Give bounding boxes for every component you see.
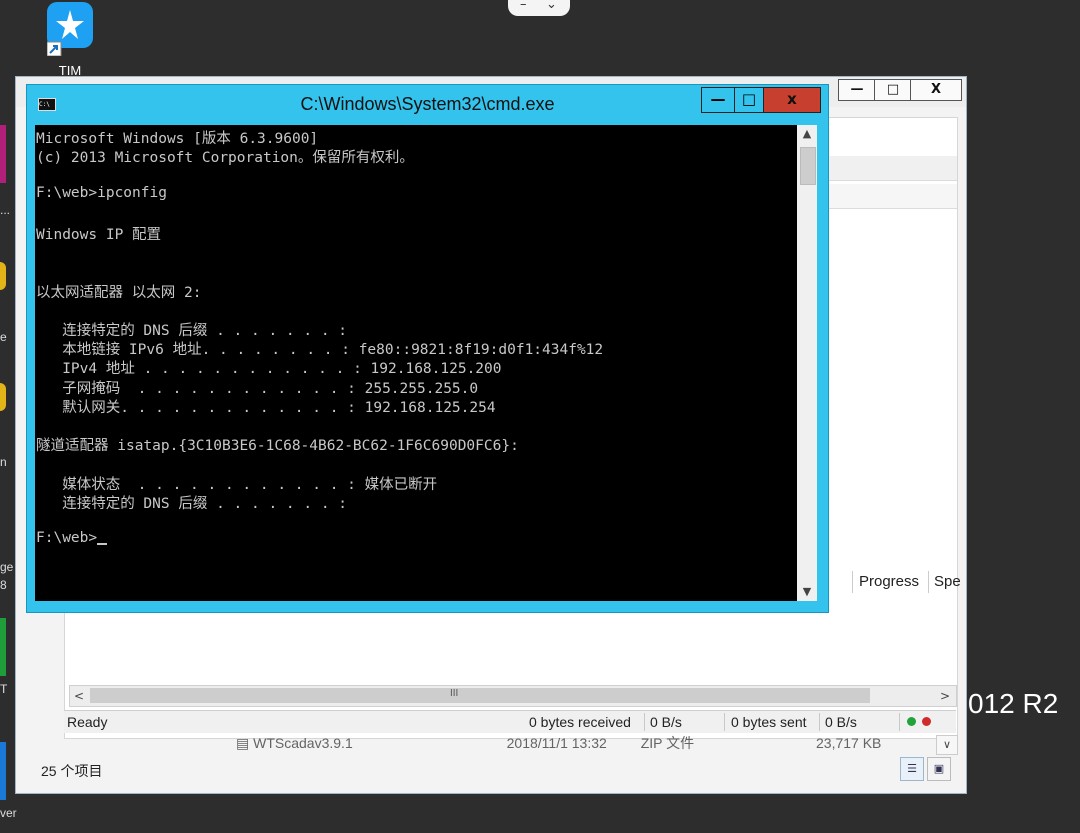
console-line: 以太网适配器 以太网 2: bbox=[36, 284, 202, 301]
console-line: (c) 2013 Microsoft Corporation。保留所有权利。 bbox=[36, 150, 414, 167]
console-line: 媒体状态 . . . . . . . . . . . . : 媒体已断开 bbox=[36, 476, 438, 493]
scroll-left-icon[interactable]: < bbox=[70, 686, 88, 706]
console-line: 连接特定的 DNS 后缀 . . . . . . . : bbox=[36, 323, 348, 339]
explorer-minimize-button[interactable]: — bbox=[838, 79, 876, 101]
console-line: 子网掩码 . . . . . . . . . . . . : 255.255.2… bbox=[36, 380, 479, 397]
status-ready: Ready bbox=[67, 714, 108, 730]
console-line: F:\web>ipconfig bbox=[36, 184, 167, 201]
cmd-titlebar[interactable]: C:\ C:\Windows\System32\cmd.exe — □ x bbox=[27, 85, 828, 123]
scroll-thumb[interactable]: III bbox=[90, 688, 870, 703]
details-view-icon[interactable]: ☰ bbox=[900, 757, 924, 781]
os-version-watermark: 012 R2 bbox=[968, 688, 1059, 719]
explorer-close-button[interactable]: X bbox=[910, 79, 962, 101]
text-cursor bbox=[97, 543, 108, 546]
console-line: 本地链接 IPv6 地址. . . . . . . . : fe80::9821… bbox=[36, 342, 604, 359]
vertical-scrollbar[interactable]: ▲ ▼ bbox=[797, 125, 817, 601]
file-name: WTScadav3.9.1 bbox=[253, 735, 353, 751]
item-count: 25 个项目 bbox=[41, 763, 103, 779]
column-speed[interactable]: Spe bbox=[934, 573, 961, 590]
tim-app-icon[interactable] bbox=[46, 2, 93, 57]
horizontal-scrollbar[interactable]: < III > bbox=[69, 685, 957, 707]
explorer-maximize-button[interactable]: □ bbox=[874, 79, 912, 101]
large-icons-view-icon[interactable]: ▣ bbox=[927, 757, 951, 781]
bytes-received: 0 bytes received bbox=[529, 714, 631, 730]
scroll-thumb[interactable] bbox=[800, 147, 816, 185]
console-line: 隧道适配器 isatap.{3C10B3E6-1C68-4B62-BC62-1F… bbox=[36, 438, 519, 455]
file-date: 2018/11/1 13:32 bbox=[506, 735, 607, 751]
cmd-window[interactable]: C:\ C:\Windows\System32\cmd.exe — □ x Mi… bbox=[26, 84, 829, 613]
cmd-minimize-button[interactable]: — bbox=[701, 87, 735, 113]
connection-green-icon bbox=[907, 717, 916, 726]
file-type: ZIP 文件 bbox=[640, 735, 695, 751]
console-line: 默认网关. . . . . . . . . . . . . : 192.168.… bbox=[36, 399, 496, 416]
chevron-down-icon[interactable]: ⌄ bbox=[546, 0, 557, 12]
scroll-down-icon[interactable]: ▼ bbox=[797, 583, 817, 601]
scroll-up-icon[interactable]: ▲ bbox=[797, 125, 817, 143]
console-line: Windows IP 配置 bbox=[36, 227, 162, 243]
scroll-right-icon[interactable]: > bbox=[936, 686, 954, 706]
cmd-maximize-button[interactable]: □ bbox=[734, 87, 764, 113]
console-line: 连接特定的 DNS 后缀 . . . . . . . : bbox=[36, 495, 348, 512]
send-rate: 0 B/s bbox=[825, 714, 857, 730]
file-list-item[interactable]: ▤ WTScadav3.9.1 2018/11/1 13:32 ZIP 文件 2… bbox=[236, 733, 881, 753]
desktop-left-icons: ... e n ge 8 T ver bbox=[0, 0, 17, 833]
minimize-bar-icon[interactable]: – bbox=[520, 0, 527, 12]
cmd-close-button[interactable]: x bbox=[763, 87, 821, 113]
console-output[interactable]: Microsoft Windows [版本 6.3.9600] (c) 2013 … bbox=[35, 125, 797, 601]
remote-control-bar[interactable]: – ⌄ bbox=[508, 0, 570, 16]
column-progress[interactable]: Progress bbox=[859, 573, 919, 590]
zip-file-icon: ▤ bbox=[236, 735, 254, 751]
receive-rate: 0 B/s bbox=[650, 714, 682, 730]
bytes-sent: 0 bytes sent bbox=[731, 714, 807, 730]
console-line: F:\web> bbox=[36, 530, 108, 546]
console-line: Microsoft Windows [版本 6.3.9600] bbox=[36, 131, 319, 147]
console-line: IPv4 地址 . . . . . . . . . . . . : 192.16… bbox=[36, 361, 502, 378]
status-bar: Ready 0 bytes received 0 B/s 0 bytes sen… bbox=[64, 710, 956, 733]
connection-red-icon bbox=[922, 717, 931, 726]
chevron-down-icon[interactable]: ∨ bbox=[936, 735, 958, 755]
file-size: 23,717 KB bbox=[816, 735, 882, 751]
